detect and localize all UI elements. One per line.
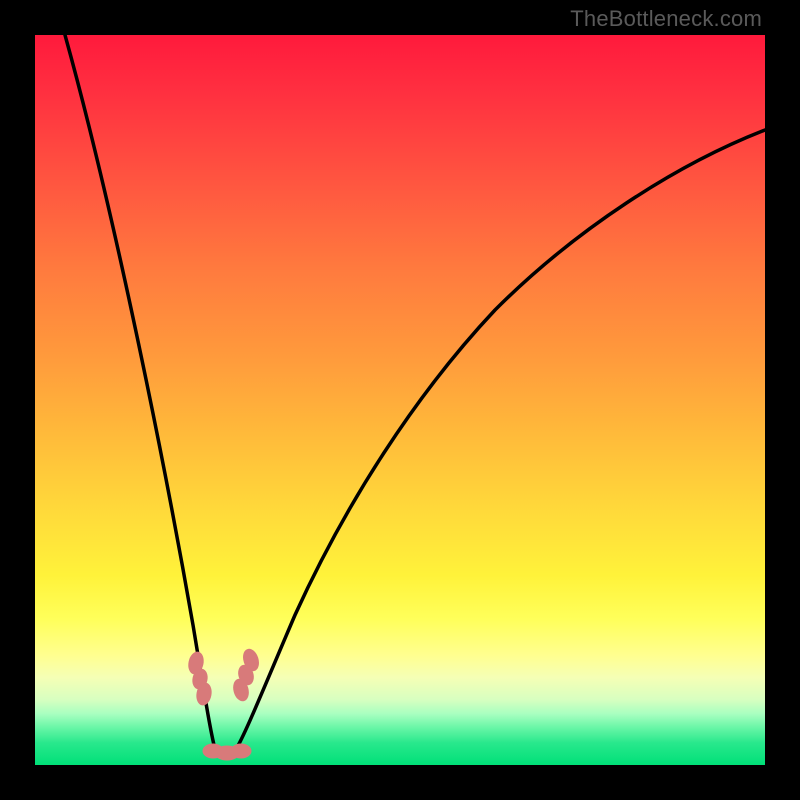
plot-area xyxy=(35,35,765,765)
chart-container: TheBottleneck.com xyxy=(0,0,800,800)
curve-layer xyxy=(35,35,765,765)
bottleneck-curve xyxy=(65,35,765,754)
optimal-range-markers xyxy=(187,647,261,760)
watermark-text: TheBottleneck.com xyxy=(570,6,762,32)
